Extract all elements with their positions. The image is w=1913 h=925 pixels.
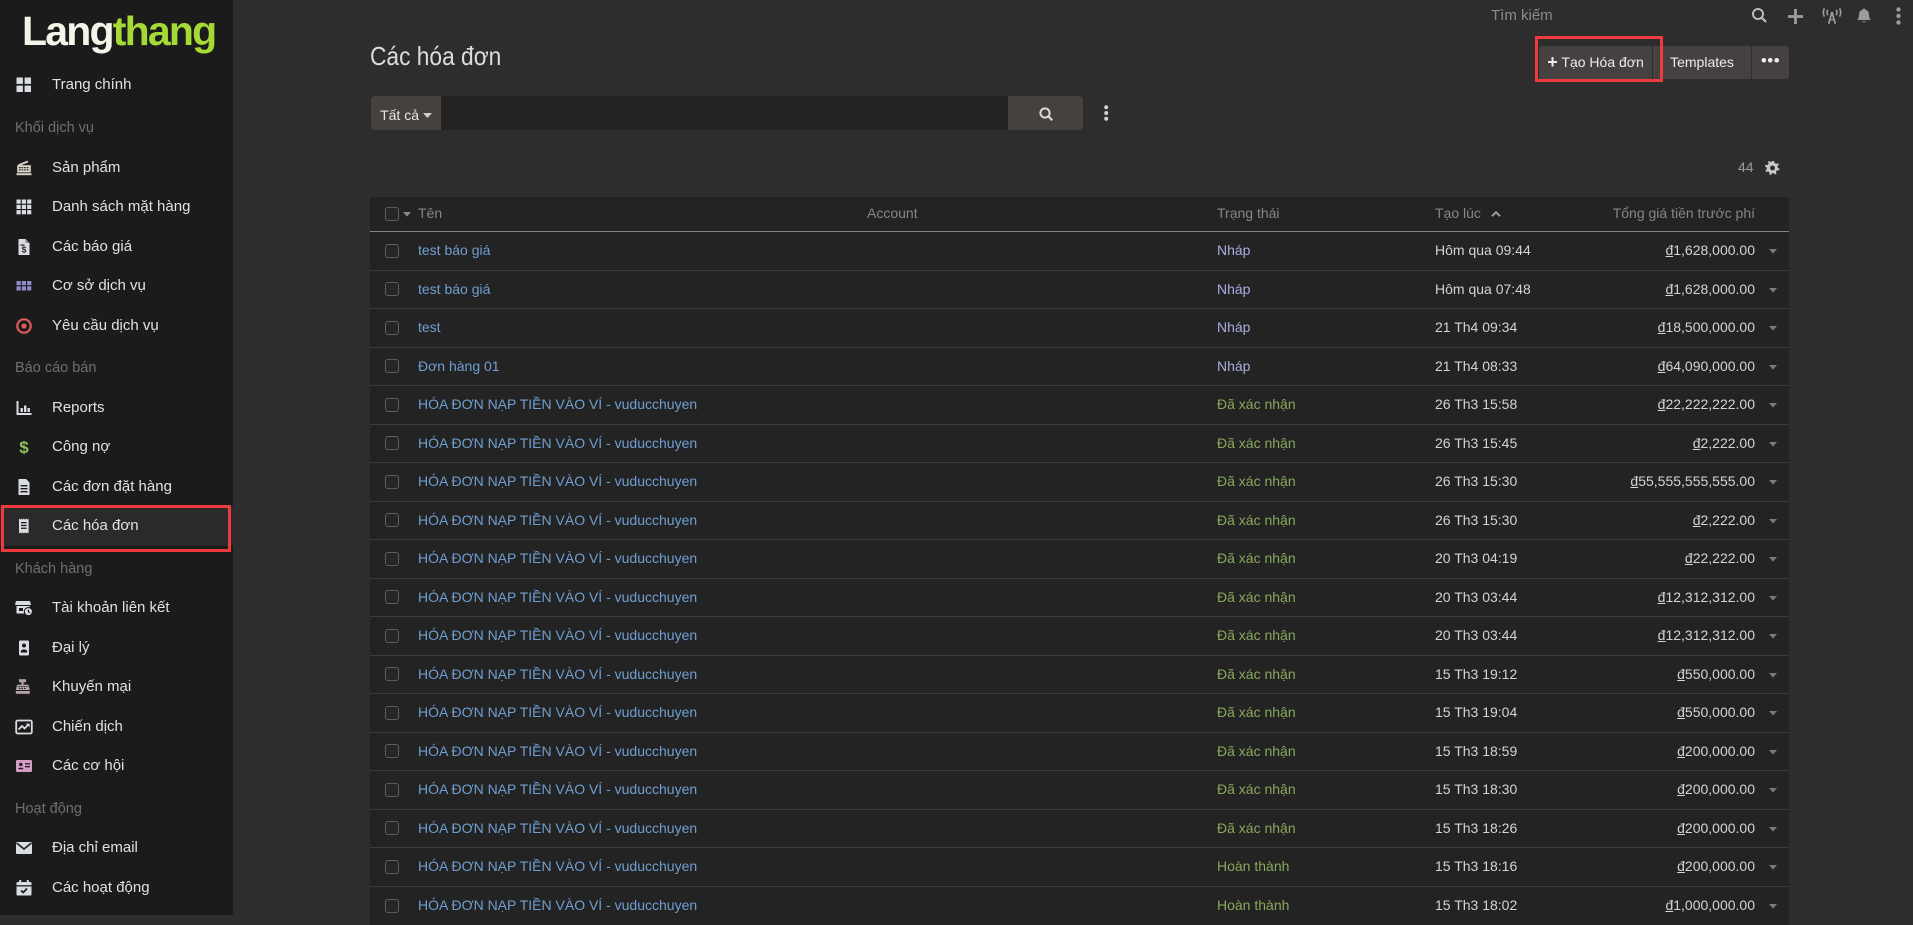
svg-text:$: $ bbox=[19, 438, 29, 456]
svg-text:$: $ bbox=[22, 244, 27, 254]
